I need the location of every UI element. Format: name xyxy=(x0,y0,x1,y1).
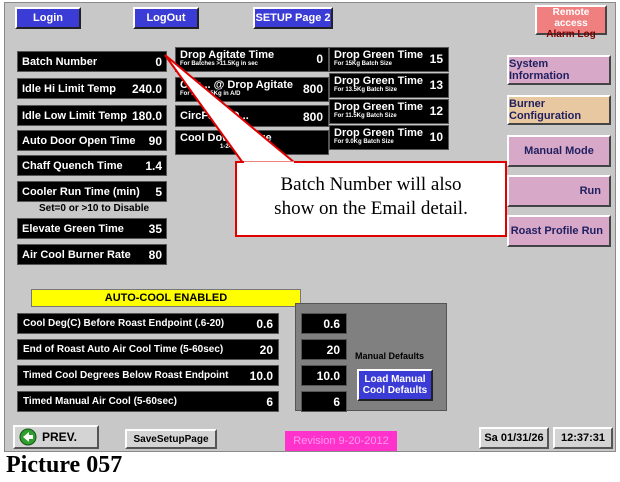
auto-cool-banner: AUTO-COOL ENABLED xyxy=(31,289,301,307)
default-value-3: 10.0 xyxy=(301,365,347,386)
back-arrow-icon xyxy=(19,428,37,446)
prev-label: PREV. xyxy=(42,430,77,444)
time-display: 12:37:31 xyxy=(553,427,613,449)
field-value: 0.6 xyxy=(256,316,273,331)
load-line-1: Load Manual xyxy=(364,374,426,385)
end-of-roast-air-cool-time-field[interactable]: End of Roast Auto Air Cool Time (5-60sec… xyxy=(17,339,279,360)
timed-cool-degrees-field[interactable]: Timed Cool Degrees Below Roast Endpoint … xyxy=(17,365,279,386)
default-value-1: 0.6 xyxy=(301,313,347,334)
field-value: 20 xyxy=(259,342,273,357)
load-line-2: Cool Defaults xyxy=(362,385,428,396)
manual-defaults-label: Manual Defaults xyxy=(355,351,425,361)
save-setup-page-button[interactable]: SaveSetupPage xyxy=(125,429,217,449)
field-value: 6 xyxy=(266,394,273,409)
picture-caption: Picture 057 xyxy=(6,452,123,478)
field-label: Cool Deg(C) Before Roast Endpoint (.6-20… xyxy=(23,318,225,329)
date-display: Sa 01/31/26 xyxy=(479,427,549,449)
revision-label: Revision 9-20-2012 xyxy=(285,431,397,451)
cool-deg-before-endpoint-field[interactable]: Cool Deg(C) Before Roast Endpoint (.6-20… xyxy=(17,313,279,334)
default-value-2: 20 xyxy=(301,339,347,360)
load-manual-cool-defaults-button[interactable]: Load Manual Cool Defaults xyxy=(357,369,433,401)
field-label: Timed Manual Air Cool (5-60sec) xyxy=(23,396,177,407)
field-label: End of Roast Auto Air Cool Time (5-60sec… xyxy=(23,344,224,355)
setup-screen: Login LogOut SETUP Page 2 Remote access … xyxy=(4,2,616,452)
prev-button[interactable]: PREV. xyxy=(13,425,99,449)
default-value-4: 6 xyxy=(301,391,347,412)
field-value: 10.0 xyxy=(249,368,273,383)
timed-manual-air-cool-field[interactable]: Timed Manual Air Cool (5-60sec) 6 xyxy=(17,391,279,412)
field-label: Timed Cool Degrees Below Roast Endpoint xyxy=(23,370,229,381)
